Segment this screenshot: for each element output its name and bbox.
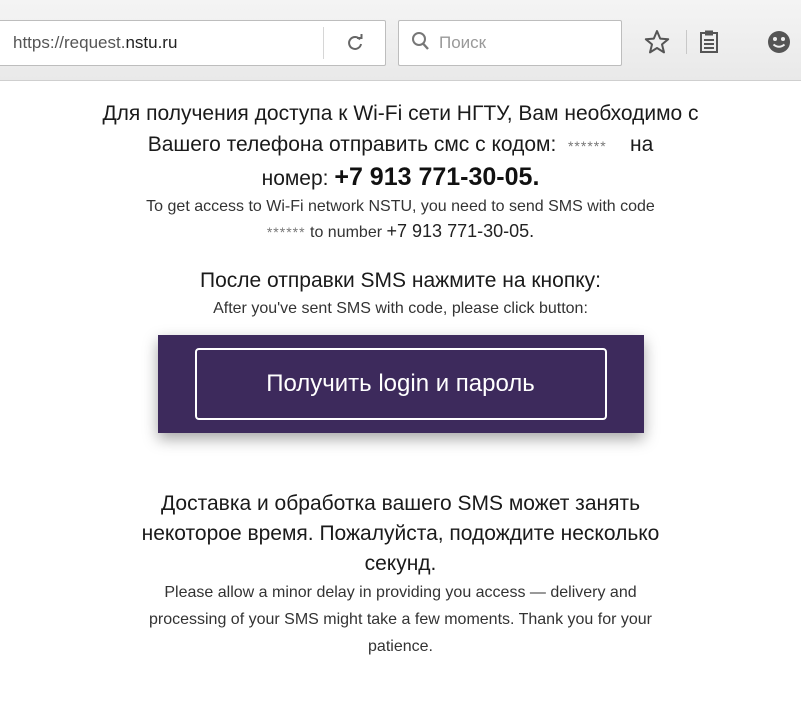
smiley-icon <box>768 31 790 53</box>
search-input[interactable] <box>437 30 617 56</box>
bookmark-star-icon <box>644 30 670 54</box>
en-after-sms: After you've sent SMS with code, please … <box>213 300 588 317</box>
ru-intro-line1: Для получения доступа к Wi-Fi сети НГТУ,… <box>102 102 699 125</box>
en-delay-line1: Please allow a minor delay in providing … <box>164 584 637 601</box>
ru-intro-text: Вашего телефона отправить смс с кодом: <box>147 133 557 156</box>
toolbar-divider <box>686 30 687 54</box>
browser-toolbar: https://request.nstu.ru <box>0 0 801 81</box>
ru-delay-line2: некоторое время. Пожалуйста, подождите н… <box>141 522 660 545</box>
en-to-number: to number <box>310 224 383 241</box>
address-bar-divider <box>323 27 324 59</box>
reload-icon <box>348 34 363 50</box>
ru-delay-line1: Доставка и обработка вашего SMS может за… <box>160 492 641 515</box>
search-icon <box>412 32 429 50</box>
page-content: Для получения доступа к Wi-Fi сети НГТУ,… <box>0 98 801 660</box>
en-intro-line2: ****** to number +7 913 771-30-05. <box>31 219 771 245</box>
reading-list-button[interactable] <box>690 24 728 60</box>
ru-number-label: номер: <box>261 167 329 190</box>
ru-intro-na: на <box>630 133 654 156</box>
url-domain: nstu.ru <box>125 33 178 52</box>
delay-notice: Доставка и обработка вашего SMS может за… <box>51 489 751 660</box>
reading-list-icon <box>700 30 718 53</box>
search-bar[interactable] <box>398 20 622 66</box>
ru-after-sms: После отправки SMS нажмите на кнопку: <box>200 269 601 292</box>
ru-intro-line3: номер: +7 913 771-30-05. <box>31 162 771 194</box>
phone-number-en: +7 913 771-30-05. <box>386 221 535 241</box>
social-button[interactable] <box>760 24 798 60</box>
bookmark-button[interactable] <box>638 24 676 60</box>
ru-delay-line3: секунд. <box>364 552 437 575</box>
button-panel: Получить login и пароль <box>157 335 644 433</box>
url-prefix: https://request. <box>13 33 126 52</box>
en-delay-line2: processing of your SMS might take a few … <box>148 611 653 628</box>
intro-block: Для получения доступа к Wi-Fi сети НГТУ,… <box>31 98 771 245</box>
ru-intro-line2: Вашего телефона отправить смс с кодом: *… <box>31 129 771 162</box>
sms-code-mask-en: ****** <box>266 224 306 240</box>
address-bar[interactable]: https://request.nstu.ru <box>0 20 386 66</box>
reload-button[interactable] <box>333 27 377 59</box>
en-delay-line3: patience. <box>368 638 433 655</box>
sms-code-mask: ****** <box>567 138 607 154</box>
get-login-button[interactable]: Получить login и пароль <box>194 348 607 420</box>
en-intro-line1: To get access to Wi-Fi network NSTU, you… <box>146 198 655 215</box>
instruction-block: После отправки SMS нажмите на кнопку: Af… <box>0 265 801 433</box>
url-text[interactable]: https://request.nstu.ru <box>13 33 177 53</box>
phone-number: +7 913 771-30-05. <box>334 163 540 191</box>
